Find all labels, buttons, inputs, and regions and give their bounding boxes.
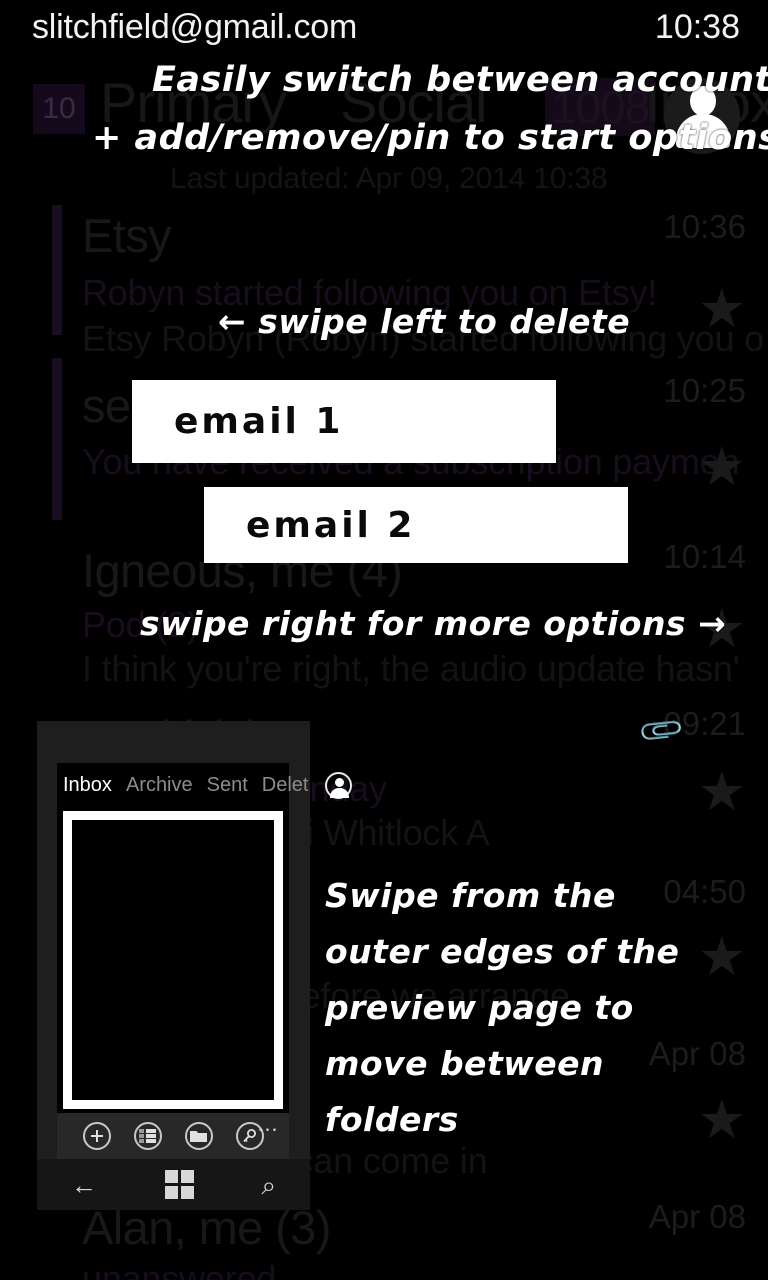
star-icon[interactable]: ★ [698, 440, 746, 494]
message-sender: Etsy [82, 209, 172, 262]
preview-page-frame [63, 811, 283, 1109]
phone-tab-sent[interactable]: Sent [207, 774, 248, 797]
new-mail-icon[interactable] [82, 1122, 111, 1150]
annotation-swipe-right: swipe right for more options → [140, 604, 727, 643]
callout-email-2[interactable]: email 2 [204, 487, 628, 563]
app-screen: slitchfield@gmail.com 10:38 10 Primary S… [0, 0, 768, 1280]
message-subject: unanswered [82, 1258, 277, 1280]
message-time: Apr 08 [648, 1198, 746, 1235]
phone-mockup: Inbox Archive Sent Delet ⋯ ← ⌕ [37, 721, 352, 1210]
back-icon[interactable]: ← [71, 1172, 97, 1198]
phone-avatar-head [334, 777, 344, 787]
message-time: 10:25 [663, 372, 746, 409]
annotation-switch-accounts-line2: + add/remove/pin to start options [92, 118, 768, 158]
phone-tab-deleted[interactable]: Delet [262, 774, 309, 797]
windows-start-icon[interactable] [164, 1170, 194, 1199]
phone-nav-bar: ← ⌕ [37, 1159, 310, 1210]
phone-tab-archive[interactable]: Archive [126, 774, 193, 797]
phone-tab-inbox[interactable]: Inbox [63, 774, 112, 797]
phone-screen: Inbox Archive Sent Delet [57, 763, 352, 1113]
search-icon[interactable]: ⌕ [262, 1172, 277, 1198]
phone-avatar-body [329, 787, 349, 798]
unread-indicator [52, 205, 62, 335]
message-time: 10:14 [663, 538, 746, 575]
unread-indicator [52, 358, 62, 520]
star-icon[interactable]: ★ [698, 765, 746, 819]
last-updated-label: Last updated: Apr 09, 2014 10:38 [170, 162, 608, 195]
callout-email-1[interactable]: email 1 [132, 380, 556, 463]
phone-app-bar: ⋯ [57, 1113, 289, 1159]
callout-email-1-label: email 1 [174, 401, 344, 442]
message-time: 10:36 [663, 208, 746, 245]
annotation-swipe-left: ← swipe left to delete [218, 302, 631, 341]
phone-folder-tabs: Inbox Archive Sent Delet [57, 763, 352, 807]
folder-icon[interactable] [184, 1122, 213, 1150]
select-list-icon[interactable] [133, 1122, 162, 1150]
annotation-outer-edges: Swipe from the outer edges of the previe… [325, 876, 680, 1139]
app-bar-overflow-icon[interactable]: ⋯ [257, 1119, 279, 1140]
annotation-switch-accounts-line1: Easily switch between accounts [152, 60, 768, 100]
star-icon[interactable]: ★ [698, 282, 746, 336]
pivot-unread-badge: 10 [33, 84, 85, 134]
phone-account-avatar-icon[interactable] [324, 771, 352, 799]
callout-email-2-label: email 2 [246, 504, 416, 546]
message-preview: I think you're right, the audio update h… [82, 648, 740, 689]
